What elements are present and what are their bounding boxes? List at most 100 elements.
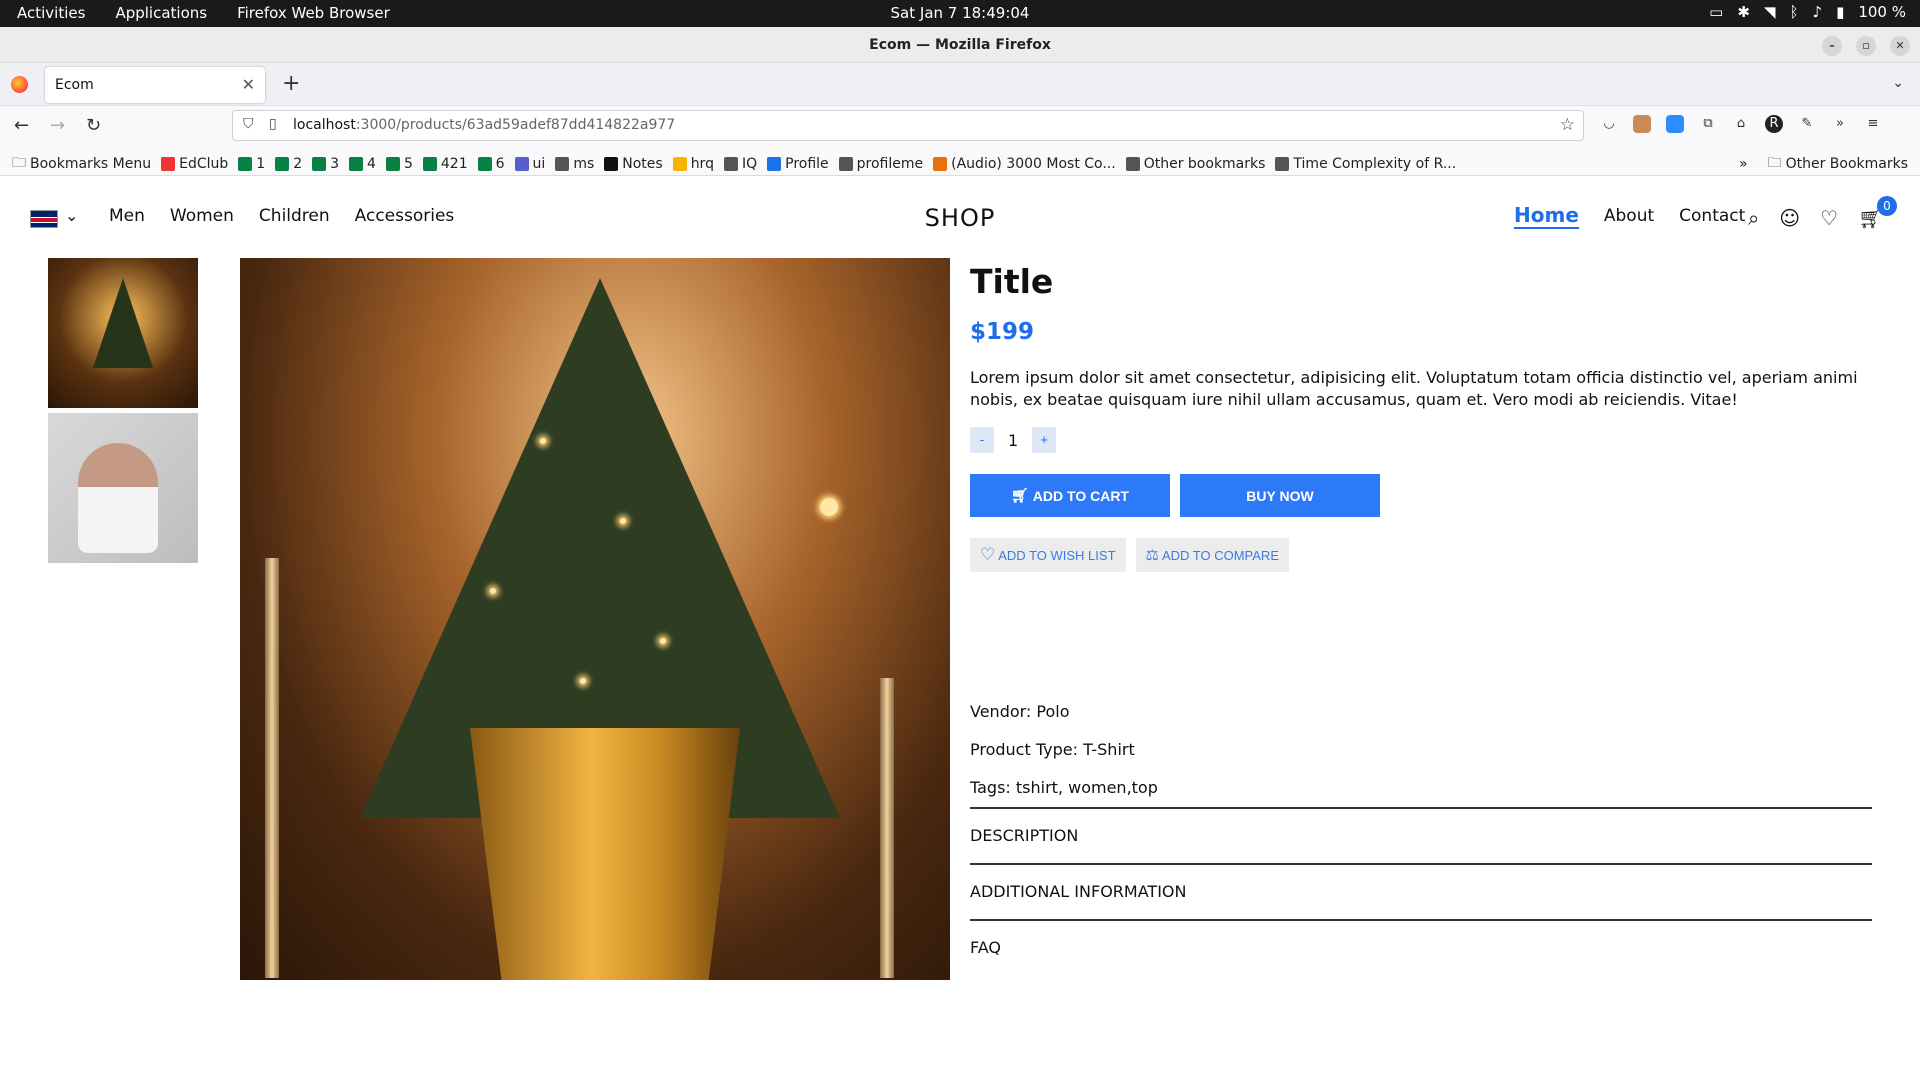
light bbox=[660, 638, 666, 644]
shield-icon[interactable]: ⛉ bbox=[243, 116, 254, 132]
bookmark-item[interactable]: Profile bbox=[767, 152, 829, 176]
bookmark-item[interactable]: Other bookmarks bbox=[1125, 152, 1265, 176]
user-icon[interactable]: ☺ bbox=[1779, 206, 1800, 230]
ublock-icon[interactable]: ⌂ bbox=[1732, 115, 1750, 133]
light bbox=[820, 498, 838, 516]
product-type: Product Type: T-Shirt bbox=[970, 740, 1135, 759]
bookmark-item[interactable]: 1 bbox=[238, 152, 265, 176]
heart-outline-icon: ♡ bbox=[980, 545, 996, 564]
nav-about[interactable]: About bbox=[1604, 206, 1654, 229]
battery-level: 100 % bbox=[1858, 3, 1906, 21]
system-top-bar: Activities Applications Firefox Web Brow… bbox=[0, 0, 1920, 27]
reload-icon[interactable]: ↻ bbox=[86, 115, 101, 136]
close-window-button[interactable]: ✕ bbox=[1890, 36, 1910, 56]
scale-icon: ⚖ bbox=[1145, 547, 1159, 564]
firefox-view-icon[interactable] bbox=[11, 76, 28, 93]
screen-icon[interactable]: ▭ bbox=[1709, 3, 1723, 21]
bookmark-item[interactable]: 2 bbox=[275, 152, 302, 176]
bookmark-item[interactable]: 5 bbox=[385, 152, 413, 176]
thumbnail-woman[interactable] bbox=[48, 413, 198, 563]
accordion-additional-information[interactable]: ADDITIONAL INFORMATION bbox=[970, 863, 1872, 919]
overflow-chevron-icon[interactable]: » bbox=[1739, 152, 1748, 176]
product-info: Title $199 Lorem ipsum dolor sit amet co… bbox=[970, 262, 1870, 572]
heart-icon[interactable]: ♡ bbox=[1820, 206, 1838, 230]
site-header: ⌄ Men Women Children Accessories SHOP Ho… bbox=[0, 176, 1920, 260]
light bbox=[540, 438, 546, 444]
tab-title: Ecom bbox=[55, 77, 94, 93]
minimize-button[interactable]: – bbox=[1822, 36, 1842, 56]
bookmarks-toolbar: 🗀 Bookmarks Menu EdClub 1 2 3 4 5 421 6 ui ms Notes… bbox=[0, 146, 1920, 176]
qty-value[interactable]: 1 bbox=[1008, 431, 1018, 450]
bookmark-item[interactable]: (Audio) 3000 Most Co... bbox=[933, 152, 1116, 176]
bookmark-item[interactable]: 421 bbox=[422, 152, 468, 176]
bookmark-item[interactable]: ui bbox=[514, 152, 545, 176]
light bbox=[620, 518, 626, 524]
bookmark-item[interactable]: 3 bbox=[312, 152, 339, 176]
back-icon[interactable]: ← bbox=[14, 115, 29, 136]
accordion-description[interactable]: DESCRIPTION bbox=[970, 807, 1872, 863]
bookmark-favicon-icon bbox=[838, 157, 853, 171]
clock[interactable]: Sat Jan 7 18:49:04 bbox=[0, 4, 1920, 22]
forward-icon[interactable]: → bbox=[50, 115, 65, 136]
nav-contact[interactable]: Contact bbox=[1679, 206, 1745, 229]
thumbnail-christmas-tree[interactable] bbox=[48, 258, 198, 408]
product-title: Title bbox=[970, 262, 1054, 301]
pot-shape bbox=[470, 728, 740, 980]
bookmarks-menu[interactable]: 🗀 Bookmarks Menu bbox=[12, 152, 151, 176]
close-tab-icon[interactable]: ✕ bbox=[242, 75, 255, 94]
main-product-image bbox=[240, 258, 950, 980]
bookmark-item[interactable]: 6 bbox=[477, 152, 505, 176]
bookmark-item[interactable]: EdClub bbox=[161, 152, 228, 176]
color-picker-icon[interactable]: ✎ bbox=[1798, 115, 1816, 133]
more-tools-icon[interactable]: » bbox=[1831, 115, 1849, 133]
list-tabs-chevron-icon[interactable]: ⌄ bbox=[1892, 75, 1904, 91]
add-to-compare-button[interactable]: ⚖ ADD TO COMPARE bbox=[1135, 538, 1289, 572]
qty-decrease-button[interactable]: - bbox=[970, 427, 994, 453]
search-icon[interactable]: ⌕ bbox=[1748, 206, 1759, 230]
other-bookmarks[interactable]: 🗀 Other Bookmarks bbox=[1768, 152, 1908, 176]
menu-icon[interactable]: ≡ bbox=[1864, 115, 1882, 133]
tags: Tags: tshirt, women,top bbox=[970, 778, 1158, 797]
profile-r-icon[interactable]: R bbox=[1765, 115, 1783, 133]
right-nav: Home About Contact bbox=[1514, 203, 1745, 229]
bookmark-favicon-icon bbox=[275, 157, 290, 171]
bookmark-favicon-icon bbox=[349, 157, 364, 171]
qty-increase-button[interactable]: + bbox=[1032, 427, 1057, 453]
pocket-icon[interactable]: ◡ bbox=[1600, 115, 1618, 133]
bookmark-favicon-icon bbox=[933, 157, 948, 171]
cart-plus-icon: 🛒︎ bbox=[1011, 487, 1029, 503]
bookmark-favicon-icon bbox=[1125, 157, 1140, 171]
buy-now-button[interactable]: BUY NOW bbox=[1180, 474, 1380, 517]
tab-strip: Ecom ✕ + ⌄ bbox=[0, 63, 1920, 106]
bookmark-item[interactable]: Notes bbox=[604, 152, 663, 176]
bookmark-favicon-icon bbox=[1275, 157, 1290, 171]
slack-icon[interactable]: ✱ bbox=[1737, 3, 1750, 21]
bookmark-item[interactable]: hrq bbox=[672, 152, 714, 176]
accordion-faq[interactable]: FAQ bbox=[970, 919, 1872, 975]
product-price: $199 bbox=[970, 319, 1035, 345]
bookmark-item[interactable]: ms bbox=[555, 152, 594, 176]
bookmark-item[interactable]: IQ bbox=[723, 152, 757, 176]
folder-icon: 🗀 bbox=[12, 155, 26, 171]
add-to-wish-list-button[interactable]: ♡ ADD TO WISH LIST bbox=[970, 538, 1126, 572]
add-to-cart-button[interactable]: 🛒︎ ADD TO CART bbox=[970, 474, 1170, 517]
tab-ecom[interactable]: Ecom ✕ bbox=[45, 67, 265, 103]
zoom-extension-icon[interactable] bbox=[1666, 115, 1684, 133]
extension-cookie-icon[interactable] bbox=[1633, 115, 1651, 133]
new-tab-button[interactable]: + bbox=[282, 71, 300, 96]
bookmark-item[interactable]: 4 bbox=[349, 152, 376, 176]
bluetooth-icon[interactable]: ᛒ bbox=[1789, 3, 1798, 21]
wifi-icon[interactable]: ◥ bbox=[1764, 3, 1776, 21]
page-info-icon[interactable]: ▯ bbox=[269, 116, 277, 132]
battery-icon[interactable]: ▮ bbox=[1836, 3, 1844, 21]
extensions-icon[interactable]: ⧉ bbox=[1699, 115, 1717, 133]
volume-icon[interactable]: ♪ bbox=[1813, 3, 1823, 21]
url-bar[interactable]: ⛉ ▯ localhost:3000/products/63ad59adef87… bbox=[232, 110, 1584, 141]
folder-icon: 🗀 bbox=[1767, 155, 1782, 171]
bookmark-item[interactable]: profileme bbox=[838, 152, 923, 176]
bookmark-item[interactable]: Time Complexity of R... bbox=[1275, 152, 1456, 176]
light bbox=[580, 678, 586, 684]
nav-home[interactable]: Home bbox=[1514, 203, 1579, 229]
bookmark-star-icon[interactable]: ☆ bbox=[1560, 115, 1575, 135]
maximize-button[interactable]: ▫ bbox=[1856, 36, 1876, 56]
